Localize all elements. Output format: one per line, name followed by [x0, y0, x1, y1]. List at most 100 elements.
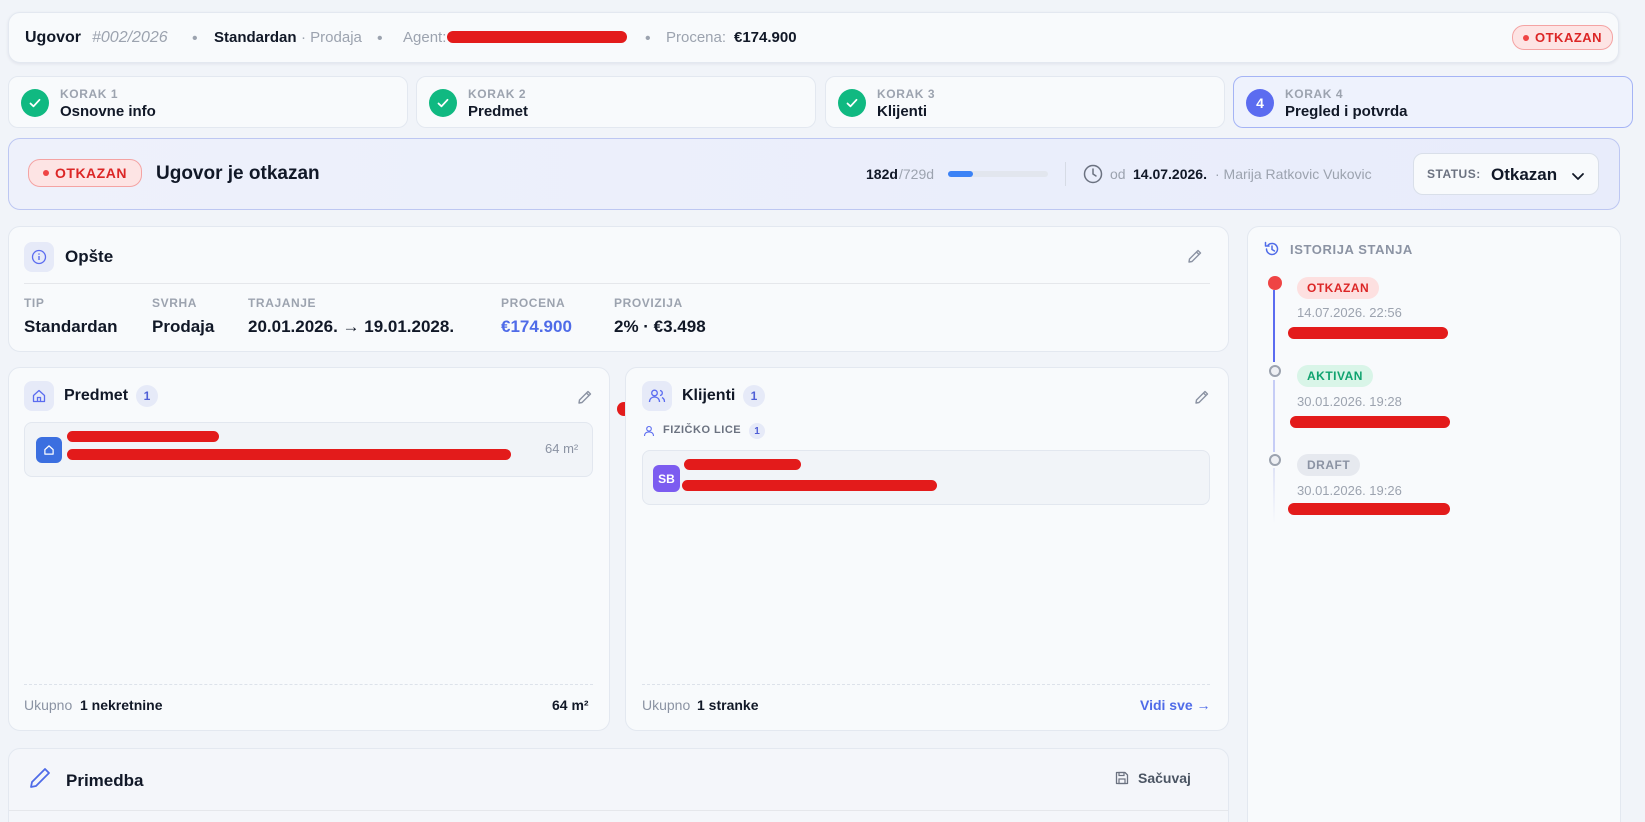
step-name: Klijenti	[877, 103, 928, 120]
subject-count: 1	[136, 385, 158, 407]
history-icon	[1263, 240, 1281, 263]
clients-section	[625, 367, 1229, 731]
separator: •	[377, 30, 383, 47]
step-3[interactable]: KORAK 3 Klijenti	[825, 76, 1225, 128]
clients-title: Klijenti	[682, 387, 736, 404]
step-2[interactable]: KORAK 2 Predmet	[416, 76, 816, 128]
timeline-dot-current	[1268, 276, 1282, 290]
view-all-link[interactable]: Vidi sve →	[1140, 697, 1211, 713]
step-kicker: KORAK 2	[468, 87, 527, 101]
changed-by: · Marija Ratkovic Vukovic	[1215, 166, 1372, 182]
client-group-label: FIZIČKO LICE	[663, 424, 742, 436]
check-icon	[429, 89, 457, 117]
save-label: Sačuvaj	[1138, 770, 1191, 786]
duration-progress-fill	[948, 171, 973, 177]
subject-title: Predmet	[64, 387, 129, 404]
redacted-agent	[447, 31, 627, 43]
field-value: 2% · €3.498	[614, 317, 706, 336]
history-time: 30.01.2026. 19:26	[1297, 483, 1402, 498]
redacted-property-name	[67, 431, 219, 442]
field-label: TIP	[24, 296, 45, 310]
field-label: TRAJANJE	[248, 296, 317, 310]
agent-label: Agent:	[403, 29, 447, 46]
redacted-property-address	[67, 449, 511, 460]
note-title: Primedba	[66, 771, 144, 790]
redacted-history-user	[1288, 327, 1448, 339]
field-value: Standardan	[24, 317, 118, 336]
property-item[interactable]: 64 m²	[24, 422, 593, 477]
divider	[24, 684, 593, 685]
field-value: Prodaja	[152, 317, 215, 336]
estimate-value: €174.900	[734, 29, 797, 46]
redacted-history-user	[1290, 416, 1450, 428]
total-clients: 1 stranke	[697, 697, 759, 713]
step-name: Predmet	[468, 103, 529, 120]
contract-purpose: · Prodaja	[301, 29, 362, 46]
history-status-pill: DRAFT	[1297, 454, 1361, 476]
total-prefix: Ukupno	[24, 697, 73, 713]
history-title: ISTORIJA STANJA	[1290, 242, 1413, 257]
pencil-icon	[1188, 249, 1202, 263]
redacted-client-name	[684, 459, 801, 470]
history-status-pill: AKTIVAN	[1297, 365, 1373, 387]
field-label: PROVIZIJA	[614, 296, 683, 310]
timeline-line	[1273, 290, 1275, 362]
check-icon	[21, 89, 49, 117]
step-name: Pregled i potvrda	[1285, 103, 1408, 120]
save-button[interactable]: Sačuvaj	[1114, 770, 1191, 786]
status-select-value: Otkazan	[1491, 165, 1558, 184]
clients-count: 1	[743, 385, 765, 407]
home-icon	[24, 381, 54, 411]
step-1[interactable]: KORAK 1 Osnovne info	[8, 76, 408, 128]
divider	[642, 684, 1210, 685]
banner-title: Ugovor je otkazan	[156, 163, 320, 184]
step-kicker: KORAK 4	[1285, 87, 1344, 101]
total-area: 64 m²	[552, 697, 589, 713]
property-area: 64 m²	[545, 441, 579, 456]
redacted-history-user	[1288, 503, 1450, 515]
client-group-count: 1	[749, 423, 765, 439]
status-dot-icon	[43, 170, 49, 176]
step-kicker: KORAK 3	[877, 87, 936, 101]
days-total: /729d	[899, 166, 935, 182]
floppy-icon	[1115, 771, 1129, 785]
contract-type: Standardan	[214, 29, 297, 46]
edit-general-button[interactable]	[1186, 247, 1204, 270]
contract-number: #002/2026	[92, 29, 168, 46]
step-number: 4	[1246, 89, 1274, 117]
field-value: €174.900	[501, 317, 572, 336]
status-dot-icon	[1523, 34, 1529, 41]
general-title: Opšte	[65, 247, 114, 266]
total-prefix: Ukupno	[642, 697, 691, 713]
users-icon	[642, 381, 672, 411]
separator: •	[192, 30, 198, 47]
status-select-label: STATUS:	[1427, 167, 1481, 181]
separator: •	[645, 30, 651, 47]
history-time: 14.07.2026. 22:56	[1297, 305, 1402, 320]
field-label: PROCENA	[501, 296, 566, 310]
status-select[interactable]: STATUS: Otkazan	[1413, 153, 1599, 195]
divider	[24, 283, 1210, 284]
client-item[interactable]: SB	[642, 450, 1210, 505]
edit-clients-button[interactable]	[1193, 388, 1211, 411]
field-label: SVRHA	[152, 296, 198, 310]
divider	[1065, 162, 1066, 186]
edit-subject-button[interactable]	[576, 388, 594, 411]
step-4[interactable]: 4 KORAK 4 Pregled i potvrda	[1233, 76, 1633, 128]
banner-status-badge: OTKAZAN	[28, 159, 142, 187]
days-elapsed: 182d	[866, 166, 898, 182]
timeline-dot	[1269, 365, 1281, 377]
timeline-line	[1273, 380, 1275, 452]
check-icon	[838, 89, 866, 117]
redacted-client-details	[682, 480, 937, 491]
history-status-pill: OTKAZAN	[1297, 277, 1380, 299]
duration-progress	[948, 171, 1048, 177]
status-badge: OTKAZAN	[1512, 25, 1614, 50]
pencil-icon	[578, 390, 592, 404]
client-avatar: SB	[653, 465, 680, 492]
estimate-label: Procena:	[666, 29, 727, 46]
timeline-line	[1273, 468, 1275, 524]
total-properties: 1 nekretnine	[80, 697, 163, 713]
history-time: 30.01.2026. 19:28	[1297, 394, 1402, 409]
divider	[9, 810, 1228, 811]
